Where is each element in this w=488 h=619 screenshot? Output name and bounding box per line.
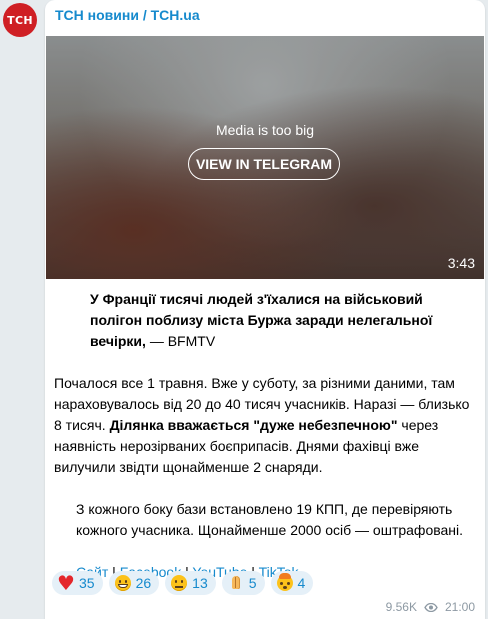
reaction-grin[interactable]: 26 bbox=[108, 571, 160, 595]
red-heart-icon bbox=[57, 571, 75, 595]
channel-name-link[interactable]: ТСН новини / TCH.ua bbox=[55, 7, 200, 23]
views-eye-icon bbox=[424, 602, 438, 612]
reaction-mind-blown[interactable]: 4 bbox=[270, 571, 314, 595]
paragraph-2-bold: Ділянка вважається "дуже небезпечною" bbox=[109, 417, 398, 433]
message-bubble: ТСН новини / TCH.ua Media is too big VIE… bbox=[45, 0, 485, 619]
post-time: 21:00 bbox=[444, 600, 475, 614]
reaction-pray[interactable]: 5 bbox=[221, 571, 265, 595]
post-paragraph-3: З кожного боку бази встановлено 19 КПП, … bbox=[76, 501, 464, 538]
reaction-count: 13 bbox=[192, 575, 208, 591]
video-duration: 3:43 bbox=[447, 255, 475, 271]
reaction-count: 26 bbox=[135, 575, 152, 591]
headline-bold: У Франції тисячі людей з'їхалися на війс… bbox=[90, 291, 433, 349]
post-paragraph-2: Почалося все 1 травня. Вже у суботу, за … bbox=[54, 373, 474, 478]
reaction-neutral[interactable]: 13 bbox=[165, 571, 216, 595]
exploding-head-icon bbox=[276, 573, 293, 591]
reaction-count: 35 bbox=[79, 575, 95, 591]
reactions-bar: 35 26 13 5 4 bbox=[52, 571, 314, 595]
view-in-telegram-button[interactable]: VIEW IN TELEGRAM bbox=[188, 148, 340, 180]
reaction-count: 4 bbox=[297, 575, 306, 591]
reaction-count: 5 bbox=[248, 575, 257, 591]
headline-source: — BFMTV bbox=[145, 333, 216, 349]
folded-hands-icon bbox=[228, 575, 244, 591]
post-headline: У Франції тисячі людей з'їхалися на війс… bbox=[54, 289, 474, 352]
reaction-heart[interactable]: 35 bbox=[52, 571, 103, 595]
message-meta: 9.56K 21:00 bbox=[386, 600, 475, 614]
neutral-face-icon bbox=[171, 575, 188, 591]
channel-avatar[interactable]: ТСН bbox=[3, 3, 37, 37]
video-preview[interactable]: Media is too big VIEW IN TELEGRAM 3:43 bbox=[46, 36, 484, 279]
views-count: 9.56K bbox=[385, 600, 417, 614]
grinning-face-icon bbox=[114, 575, 131, 591]
post-text: У Франції тисячі людей з'їхалися на війс… bbox=[54, 289, 474, 583]
media-too-big-label: Media is too big bbox=[215, 122, 315, 138]
